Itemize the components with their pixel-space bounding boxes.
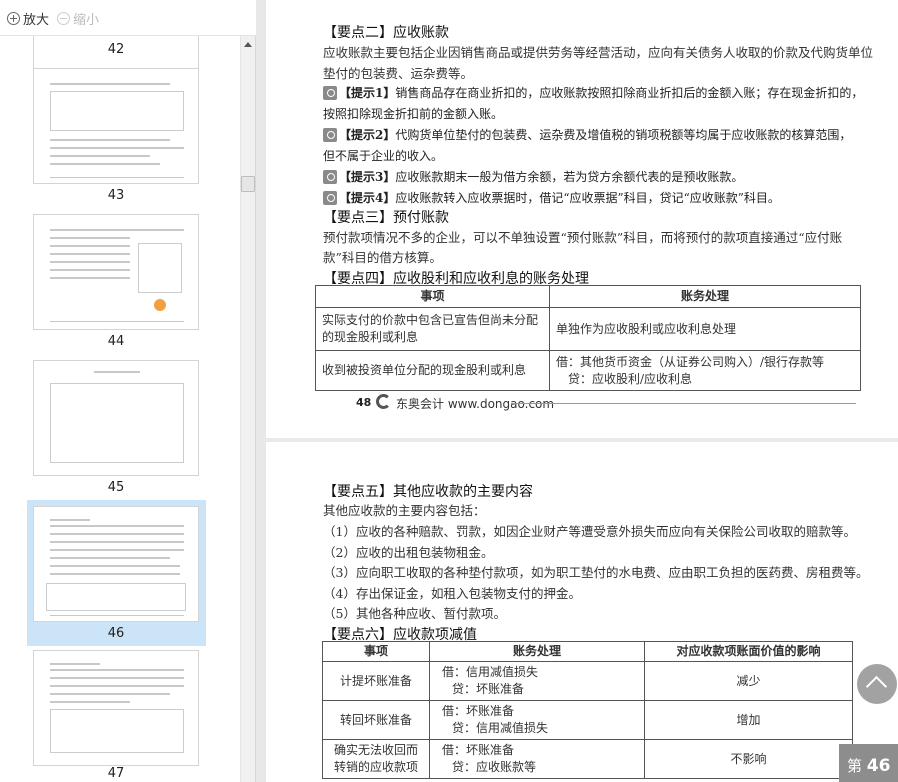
thumbnail-list: 42 43 44 45 46 47 — [0, 36, 238, 782]
page-thumbnail[interactable] — [33, 214, 199, 330]
table-row: 实际支付的价款中包含已宣告但尚未分配的现金股利或利息 单独作为应收股利或应收利息处… — [315, 307, 861, 351]
page-thumbnail[interactable] — [33, 650, 199, 766]
table-cell: 转回坏账准备 — [322, 700, 430, 740]
lightbulb-icon — [323, 190, 337, 205]
section-heading: 【要点五】其他应收款的主要内容 — [323, 484, 533, 500]
document-view: 【要点二】应收账款 应收账款主要包括企业因销售商品或提供劳务等经营活动，应向有关… — [266, 0, 898, 782]
footer-rule — [511, 403, 856, 404]
page-thumbnail-current[interactable] — [33, 506, 199, 622]
tip-2: 【提示2】 代购货单位垫付的包装费、运杂费及增值税的销项税额等均属于应收账款的核算… — [323, 126, 851, 143]
tip-3: 【提示3】 应收账款期末一般为借方余额，若为贷方余额代表的是预收账款。 — [323, 168, 743, 185]
table-cell: 单独作为应收股利或应收利息处理 — [549, 307, 861, 351]
zoom-in-button[interactable]: 放大 — [7, 9, 49, 28]
page-thumbnail[interactable] — [33, 68, 199, 184]
table-cell: 实际支付的价款中包含已宣告但尚未分配的现金股利或利息 — [315, 307, 550, 351]
list-item: （5）其他各种应收、暂付款项。 — [323, 606, 506, 621]
tip-4: 【提示4】 应收账款转入应收票据时，借记“应收票据”科目，贷记“应收账款”科目。 — [323, 189, 780, 206]
tip-text: 销售商品存在商业折扣的，应收账款按照扣除商业折扣后的金额入账；存在现金折扣的， — [395, 86, 864, 100]
credit-entry: 贷：应收股利/应收利息 — [568, 371, 693, 386]
table-cell: 借：坏账准备贷：信用减值损失 — [429, 700, 645, 740]
zoom-toolbar: 放大 缩小 — [0, 0, 256, 36]
tip-label: 【提示1】 — [339, 86, 396, 100]
thumbnail-label: 46 — [107, 626, 125, 641]
zoom-in-icon — [7, 12, 20, 25]
page-indicator: 第 46 — [839, 744, 898, 782]
paragraph-line: 应收账款主要包括企业因销售商品或提供劳务等经营活动，应向有关债务人收取的价款及代… — [323, 45, 874, 60]
section-heading: 【要点二】应收账款 — [323, 25, 449, 41]
table-header: 事项 — [315, 285, 550, 308]
document-page-48: 【要点二】应收账款 应收账款主要包括企业因销售商品或提供劳务等经营活动，应向有关… — [266, 0, 898, 438]
table-cell: 减少 — [644, 661, 853, 701]
zoom-out-button[interactable]: 缩小 — [57, 9, 99, 28]
thumbnail-label: 42 — [107, 42, 125, 57]
table-cell: 计提坏账准备 — [322, 661, 430, 701]
table-cell: 借：坏账准备贷：应收账款等 — [429, 739, 645, 779]
lightbulb-icon — [323, 85, 337, 100]
thumbnail-label: 47 — [107, 766, 125, 781]
paragraph-line: 其他应收款的主要内容包括： — [323, 503, 486, 518]
tip-text: 但不属于企业的收入。 — [323, 149, 444, 163]
thumbnail-label: 44 — [107, 334, 125, 349]
paragraph-line: 垫付的包装费、运杂费等。 — [323, 66, 474, 81]
zoom-out-icon — [57, 12, 70, 25]
tip-1: 【提示1】 销售商品存在商业折扣的，应收账款按照扣除商业折扣后的金额入账；存在现金… — [323, 84, 863, 101]
tip-text: 按照扣除现金折扣前的金额入账。 — [323, 107, 504, 121]
table-cell: 确实无法收回而转销的应收款项 — [322, 739, 430, 779]
lightbulb-icon — [323, 169, 337, 184]
debit-entry: 借：其他货币资金（从证券公司购入）/银行存款等 — [556, 354, 825, 369]
thumbnail-label: 45 — [107, 480, 125, 495]
lightbulb-icon — [323, 127, 337, 142]
page-indicator-prefix: 第 — [847, 757, 863, 775]
tip-text: 应收账款转入应收票据时，借记“应收票据”科目，贷记“应收账款”科目。 — [395, 191, 780, 205]
tip-label: 【提示3】 — [339, 170, 396, 184]
thumbnail-sidebar: 放大 缩小 42 43 44 45 46 47 — [0, 0, 256, 782]
dividends-table: 事项 账务处理 实际支付的价款中包含已宣告但尚未分配的现金股利或利息 单独作为应收股… — [315, 285, 861, 391]
tip-text: 应收账款期末一般为借方余额，若为贷方余额代表的是预收账款。 — [395, 170, 744, 184]
page-number: 48 — [356, 396, 372, 409]
document-page-49: 【要点五】其他应收款的主要内容 其他应收款的主要内容包括： （1）应收的各种赔款… — [266, 442, 898, 782]
paragraph-line: 款”科目的借方核算。 — [323, 250, 442, 265]
debit-entry: 借：信用减值损失 — [442, 665, 539, 679]
table-header: 事项 — [322, 641, 430, 662]
page-thumbnail[interactable] — [33, 360, 199, 476]
list-item: （1）应收的各种赔款、罚款，如因企业财产等遭受意外损失而应向有关保险公司收取的赔… — [323, 524, 856, 539]
debit-entry: 借：坏账准备 — [442, 743, 515, 757]
scrollbar-thumb[interactable] — [241, 176, 255, 192]
zoom-out-label: 缩小 — [73, 13, 100, 28]
table-cell: 借：信用减值损失 贷：坏账准备 — [429, 661, 645, 701]
impairment-table: 事项 账务处理 对应收款项账面价值的影响 计提坏账准备 借：信用减值损失 贷：坏账准备减… — [322, 641, 853, 779]
credit-entry: 贷：坏账准备 — [452, 682, 525, 696]
section-heading: 【要点三】预付账款 — [323, 210, 449, 226]
table-row: 计提坏账准备 借：信用减值损失 贷：坏账准备 减少 — [322, 661, 853, 701]
zoom-in-label: 放大 — [23, 13, 50, 28]
table-header: 账务处理 — [429, 641, 645, 662]
dongao-logo-icon — [376, 394, 391, 409]
table-cell: 收到被投资单位分配的现金股利或利息 — [315, 350, 550, 391]
scroll-to-top-button[interactable] — [857, 664, 897, 704]
sidebar-scrollbar[interactable] — [240, 36, 255, 782]
credit-entry: 贷：信用减值损失 — [452, 721, 549, 735]
table-header: 账务处理 — [549, 285, 861, 308]
tip-label: 【提示2】 — [339, 128, 396, 142]
table-cell: 借：其他货币资金（从证券公司购入）/银行存款等贷：应收股利/应收利息 — [549, 350, 861, 391]
table-cell: 不影响 — [644, 739, 853, 779]
table-cell: 增加 — [644, 700, 853, 740]
list-item: （3）应向职工收取的各种垫付款项，如为职工垫付的水电费、应由职工负担的医药费、房… — [323, 565, 869, 580]
table-row: 转回坏账准备 借：坏账准备 贷：信用减值损失 增加 — [322, 700, 853, 740]
tip-label: 【提示4】 — [339, 191, 396, 205]
paragraph-line: 预付款项情况不多的企业，可以不单独设置“预付账款”科目，而将预付的款项直接通过“… — [323, 230, 843, 245]
debit-entry: 借：坏账准备 — [442, 704, 515, 718]
list-item: （4）存出保证金，如租入包装物支付的押金。 — [323, 586, 581, 601]
current-page-number: 46 — [866, 756, 891, 776]
table-row: 确实无法收回而转销的应收款项 借：坏账准备 贷：应收账款等 不影响 — [322, 739, 853, 779]
table-header: 对应收款项账面价值的影响 — [644, 641, 853, 662]
thumbnail-label: 43 — [107, 188, 125, 203]
table-row: 收到被投资单位分配的现金股利或利息 借：其他货币资金（从证券公司购入）/银行存款等… — [315, 350, 861, 391]
scroll-up-arrow-icon[interactable] — [244, 42, 252, 47]
tip-text: 代购货单位垫付的包装费、运杂费及增值税的销项税额等均属于应收账款的核算范围， — [395, 128, 852, 142]
credit-entry: 贷：应收账款等 — [452, 760, 537, 774]
list-item: （2）应收的出租包装物租金。 — [323, 545, 494, 560]
